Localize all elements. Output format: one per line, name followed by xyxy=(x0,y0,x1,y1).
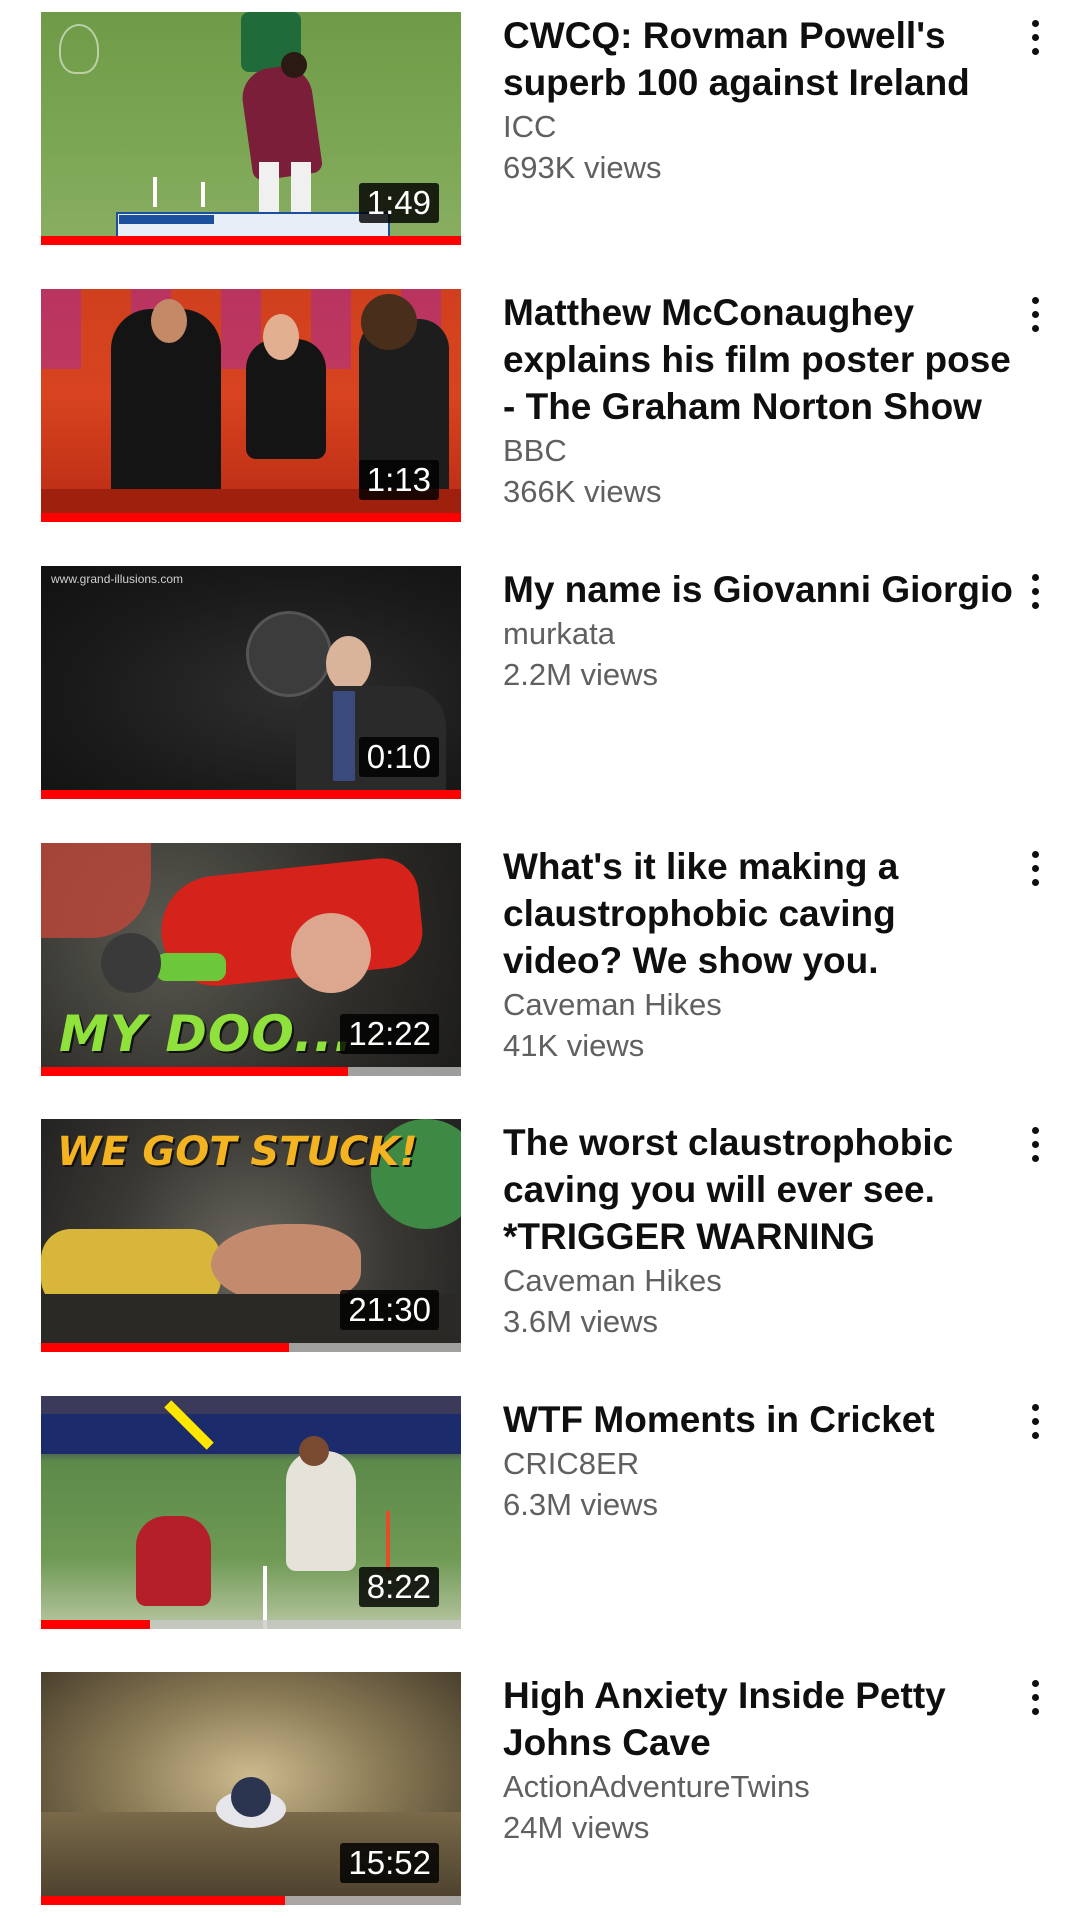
channel-name: Caveman Hikes xyxy=(503,1263,722,1298)
video-thumbnail[interactable]: MY DOO... 12:22 xyxy=(41,843,461,1076)
video-title[interactable]: WTF Moments in Cricket xyxy=(503,1396,1013,1443)
video-item[interactable]: 15:52 High Anxiety Inside Petty Johns Ca… xyxy=(0,1660,1079,1918)
duration-badge: 8:22 xyxy=(358,1567,439,1607)
watch-progress-bar xyxy=(41,1620,461,1629)
view-count: 24M views xyxy=(503,1810,650,1845)
channel-name: Caveman Hikes xyxy=(503,987,722,1022)
video-title[interactable]: Matthew McConaughey explains his film po… xyxy=(503,289,1013,430)
video-info[interactable]: WTF Moments in Cricket CRIC8ER 6.3M view… xyxy=(503,1396,1013,1525)
view-count: 6.3M views xyxy=(503,1487,659,1522)
watch-progress-fill xyxy=(41,790,461,799)
video-title[interactable]: CWCQ: Rovman Powell's superb 100 against… xyxy=(503,12,1013,106)
view-count: 2.2M views xyxy=(503,657,659,692)
video-title[interactable]: My name is Giovanni Giorgio xyxy=(503,566,1013,613)
more-vert-icon[interactable] xyxy=(1020,572,1050,612)
video-title[interactable]: High Anxiety Inside Petty Johns Cave xyxy=(503,1672,1013,1766)
watch-progress-bar xyxy=(41,790,461,799)
duration-badge: 15:52 xyxy=(340,1843,439,1883)
video-info[interactable]: CWCQ: Rovman Powell's superb 100 against… xyxy=(503,12,1013,188)
more-vert-icon[interactable] xyxy=(1020,1402,1050,1442)
watch-progress-bar xyxy=(41,513,461,522)
video-info[interactable]: My name is Giovanni Giorgio murkata 2.2M… xyxy=(503,566,1013,695)
video-item[interactable]: 1:49 CWCQ: Rovman Powell's superb 100 ag… xyxy=(0,0,1079,276)
channel-name: ActionAdventureTwins xyxy=(503,1769,810,1804)
duration-badge: 1:13 xyxy=(358,460,439,500)
video-info[interactable]: What's it like making a claustrophobic c… xyxy=(503,843,1013,1066)
more-vert-icon[interactable] xyxy=(1020,1125,1050,1165)
video-title[interactable]: What's it like making a claustrophobic c… xyxy=(503,843,1013,984)
channel-name: murkata xyxy=(503,616,615,651)
channel-name: CRIC8ER xyxy=(503,1446,640,1481)
video-info[interactable]: The worst claustrophobic caving you will… xyxy=(503,1119,1013,1342)
thumbnail-overlay-text: WE GOT STUCK! xyxy=(57,1129,418,1175)
more-vert-icon[interactable] xyxy=(1020,1678,1050,1718)
video-info[interactable]: Matthew McConaughey explains his film po… xyxy=(503,289,1013,512)
view-count: 3.6M views xyxy=(503,1304,659,1339)
watch-progress-bar xyxy=(41,1343,461,1352)
duration-badge: 12:22 xyxy=(340,1014,439,1054)
more-vert-icon[interactable] xyxy=(1020,295,1050,335)
video-title[interactable]: The worst claustrophobic caving you will… xyxy=(503,1119,1013,1260)
more-vert-icon[interactable] xyxy=(1020,849,1050,889)
watch-progress-fill xyxy=(41,1067,348,1076)
video-thumbnail[interactable]: 1:49 xyxy=(41,12,461,245)
duration-badge: 0:10 xyxy=(358,737,439,777)
watch-progress-fill xyxy=(41,236,461,245)
channel-name: ICC xyxy=(503,109,557,144)
video-item[interactable]: MY DOO... 12:22 What's it like making a … xyxy=(0,831,1079,1107)
video-item[interactable]: www.grand-illusions.com 0:10 My name is … xyxy=(0,554,1079,830)
video-item[interactable]: 1:13 Matthew McConaughey explains his fi… xyxy=(0,277,1079,553)
view-count: 366K views xyxy=(503,474,662,509)
video-thumbnail[interactable]: WE GOT STUCK! 21:30 xyxy=(41,1119,461,1352)
watch-progress-fill xyxy=(41,1343,289,1352)
video-thumbnail[interactable]: 8:22 xyxy=(41,1396,461,1629)
video-thumbnail[interactable]: www.grand-illusions.com 0:10 xyxy=(41,566,461,799)
video-list: 1:49 CWCQ: Rovman Powell's superb 100 ag… xyxy=(0,0,1079,1918)
video-thumbnail[interactable]: 15:52 xyxy=(41,1672,461,1905)
video-item[interactable]: WE GOT STUCK! 21:30 The worst claustroph… xyxy=(0,1107,1079,1383)
duration-badge: 21:30 xyxy=(340,1290,439,1330)
video-item[interactable]: 8:22 WTF Moments in Cricket CRIC8ER 6.3M… xyxy=(0,1384,1079,1660)
watch-progress-fill xyxy=(41,1620,151,1629)
watch-progress-fill xyxy=(41,513,461,522)
video-info[interactable]: High Anxiety Inside Petty Johns Cave Act… xyxy=(503,1672,1013,1848)
view-count: 693K views xyxy=(503,150,662,185)
view-count: 41K views xyxy=(503,1028,645,1063)
thumbnail-overlay-text: MY DOO... xyxy=(59,1005,354,1063)
duration-badge: 1:49 xyxy=(358,183,439,223)
more-vert-icon[interactable] xyxy=(1020,18,1050,58)
channel-name: BBC xyxy=(503,433,567,468)
video-thumbnail[interactable]: 1:13 xyxy=(41,289,461,522)
thumbnail-watermark: www.grand-illusions.com xyxy=(51,572,184,586)
watch-progress-fill xyxy=(41,1896,285,1905)
watch-progress-bar xyxy=(41,1896,461,1905)
watch-progress-bar xyxy=(41,236,461,245)
watch-progress-bar xyxy=(41,1067,461,1076)
